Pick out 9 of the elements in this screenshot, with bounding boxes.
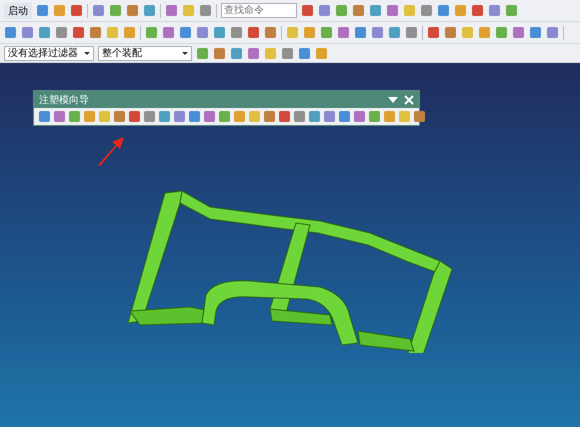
close-icon[interactable] [404, 94, 414, 104]
dropdown-caret-icon[interactable] [388, 96, 398, 102]
search-field[interactable]: 查找命令 [221, 3, 297, 18]
start-menu-button[interactable]: 启动 [4, 2, 32, 18]
square-tool-icon[interactable] [413, 110, 426, 123]
panel-title: 注塑模向导 [39, 94, 89, 106]
dropdown-field[interactable]: 没有选择过滤器 [4, 46, 94, 60]
pointer-arrow-icon [96, 135, 126, 167]
dropdown-field[interactable]: 整个装配 [98, 46, 192, 60]
